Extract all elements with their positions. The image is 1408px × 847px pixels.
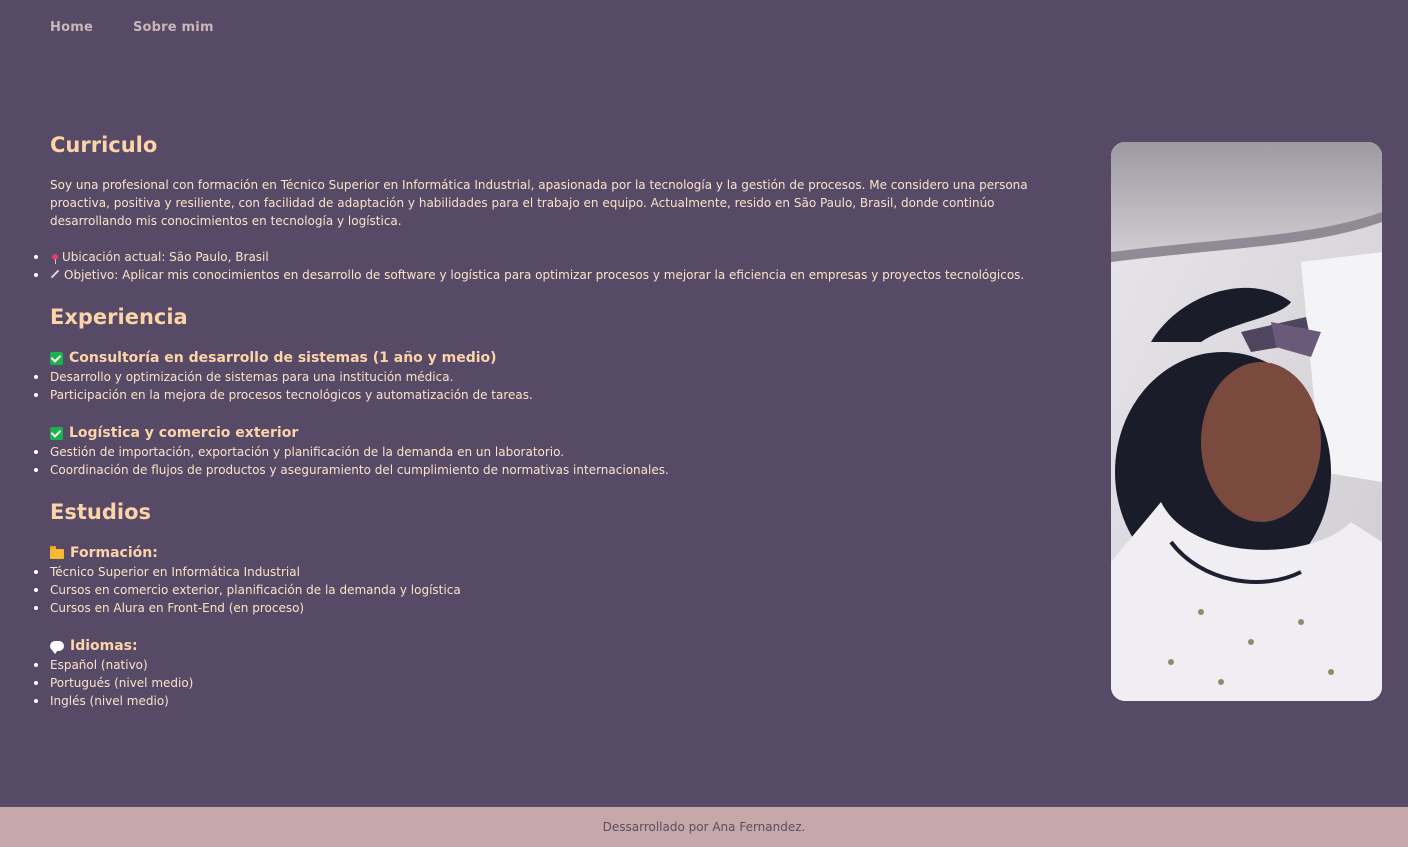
formacion-block: Formación: Técnico Superior en Informáti… (34, 543, 1080, 617)
list-item: Cursos en comercio exterior, planificaci… (34, 581, 1080, 599)
pushpin-icon (52, 254, 58, 264)
list-item: Portugués (nivel medio) (34, 674, 1080, 692)
idiomas-title-text: Idiomas: (70, 638, 138, 654)
top-nav: Home Sobre mim (50, 20, 214, 35)
formacion-items: Técnico Superior en Informática Industri… (34, 563, 1080, 617)
check-mark-icon (50, 351, 63, 365)
idiomas-block: Idiomas: Español (nativo) Portugués (niv… (34, 636, 1080, 710)
estudios-title: Estudios (50, 500, 151, 524)
experiencia-title: Experiencia (50, 305, 188, 329)
folder-icon (50, 546, 64, 559)
footer-credit: Dessarrollado por Ana Fernandez. (602, 820, 806, 834)
nav-sobre-mim-link[interactable]: Sobre mim (133, 20, 214, 35)
objective-text: Objetivo: Aplicar mis conocimientos en d… (64, 268, 1025, 282)
curriculo-intro: Soy una profesional con formación en Téc… (50, 178, 1028, 228)
list-item: Gestión de importación, exportación y pl… (34, 443, 1080, 461)
list-item: Español (nativo) (34, 656, 1080, 674)
footer: Dessarrollado por Ana Fernandez. (0, 807, 1408, 847)
check-mark-icon (50, 426, 63, 440)
profile-photo-illustration (1111, 142, 1382, 701)
nav-home-link[interactable]: Home (50, 20, 93, 35)
job-title-text: Consultoría en desarrollo de sistemas (1… (69, 350, 497, 366)
curriculo-title: Curriculo (50, 133, 158, 157)
list-item: Coordinación de flujos de productos y as… (34, 461, 1080, 479)
job-items: Desarrollo y optimización de sistemas pa… (34, 368, 1080, 404)
location-item: Ubicación actual: São Paulo, Brasil (34, 248, 1080, 266)
profile-photo (1111, 142, 1382, 701)
list-item: Cursos en Alura en Front-End (en proceso… (34, 599, 1080, 617)
job-title-text: Logística y comercio exterior (69, 425, 299, 441)
job-title: Consultoría en desarrollo de sistemas (1… (50, 348, 1080, 368)
formacion-title-text: Formación: (70, 545, 158, 561)
job-title: Logística y comercio exterior (50, 423, 1080, 443)
formacion-title: Formación: (50, 543, 1080, 563)
list-item: Desarrollo y optimización de sistemas pa… (34, 368, 1080, 386)
idiomas-title: Idiomas: (50, 636, 1080, 656)
location-text: Ubicación actual: São Paulo, Brasil (62, 250, 269, 264)
idiomas-items: Español (nativo) Portugués (nivel medio)… (34, 656, 1080, 710)
job-logistica: Logística y comercio exterior Gestión de… (34, 423, 1080, 479)
speech-bubble-icon (50, 641, 64, 654)
list-item: Participación en la mejora de procesos t… (34, 386, 1080, 404)
list-item: Inglés (nivel medio) (34, 692, 1080, 710)
job-consultoria: Consultoría en desarrollo de sistemas (1… (34, 348, 1080, 404)
objective-item: Objetivo: Aplicar mis conocimientos en d… (34, 266, 1080, 284)
list-item: Técnico Superior en Informática Industri… (34, 563, 1080, 581)
main-content: Curriculo Soy una profesional con formac… (34, 128, 1080, 710)
job-items: Gestión de importación, exportación y pl… (34, 443, 1080, 479)
pencil-icon (50, 269, 60, 279)
curriculo-list: Ubicación actual: São Paulo, Brasil Obje… (34, 248, 1080, 284)
